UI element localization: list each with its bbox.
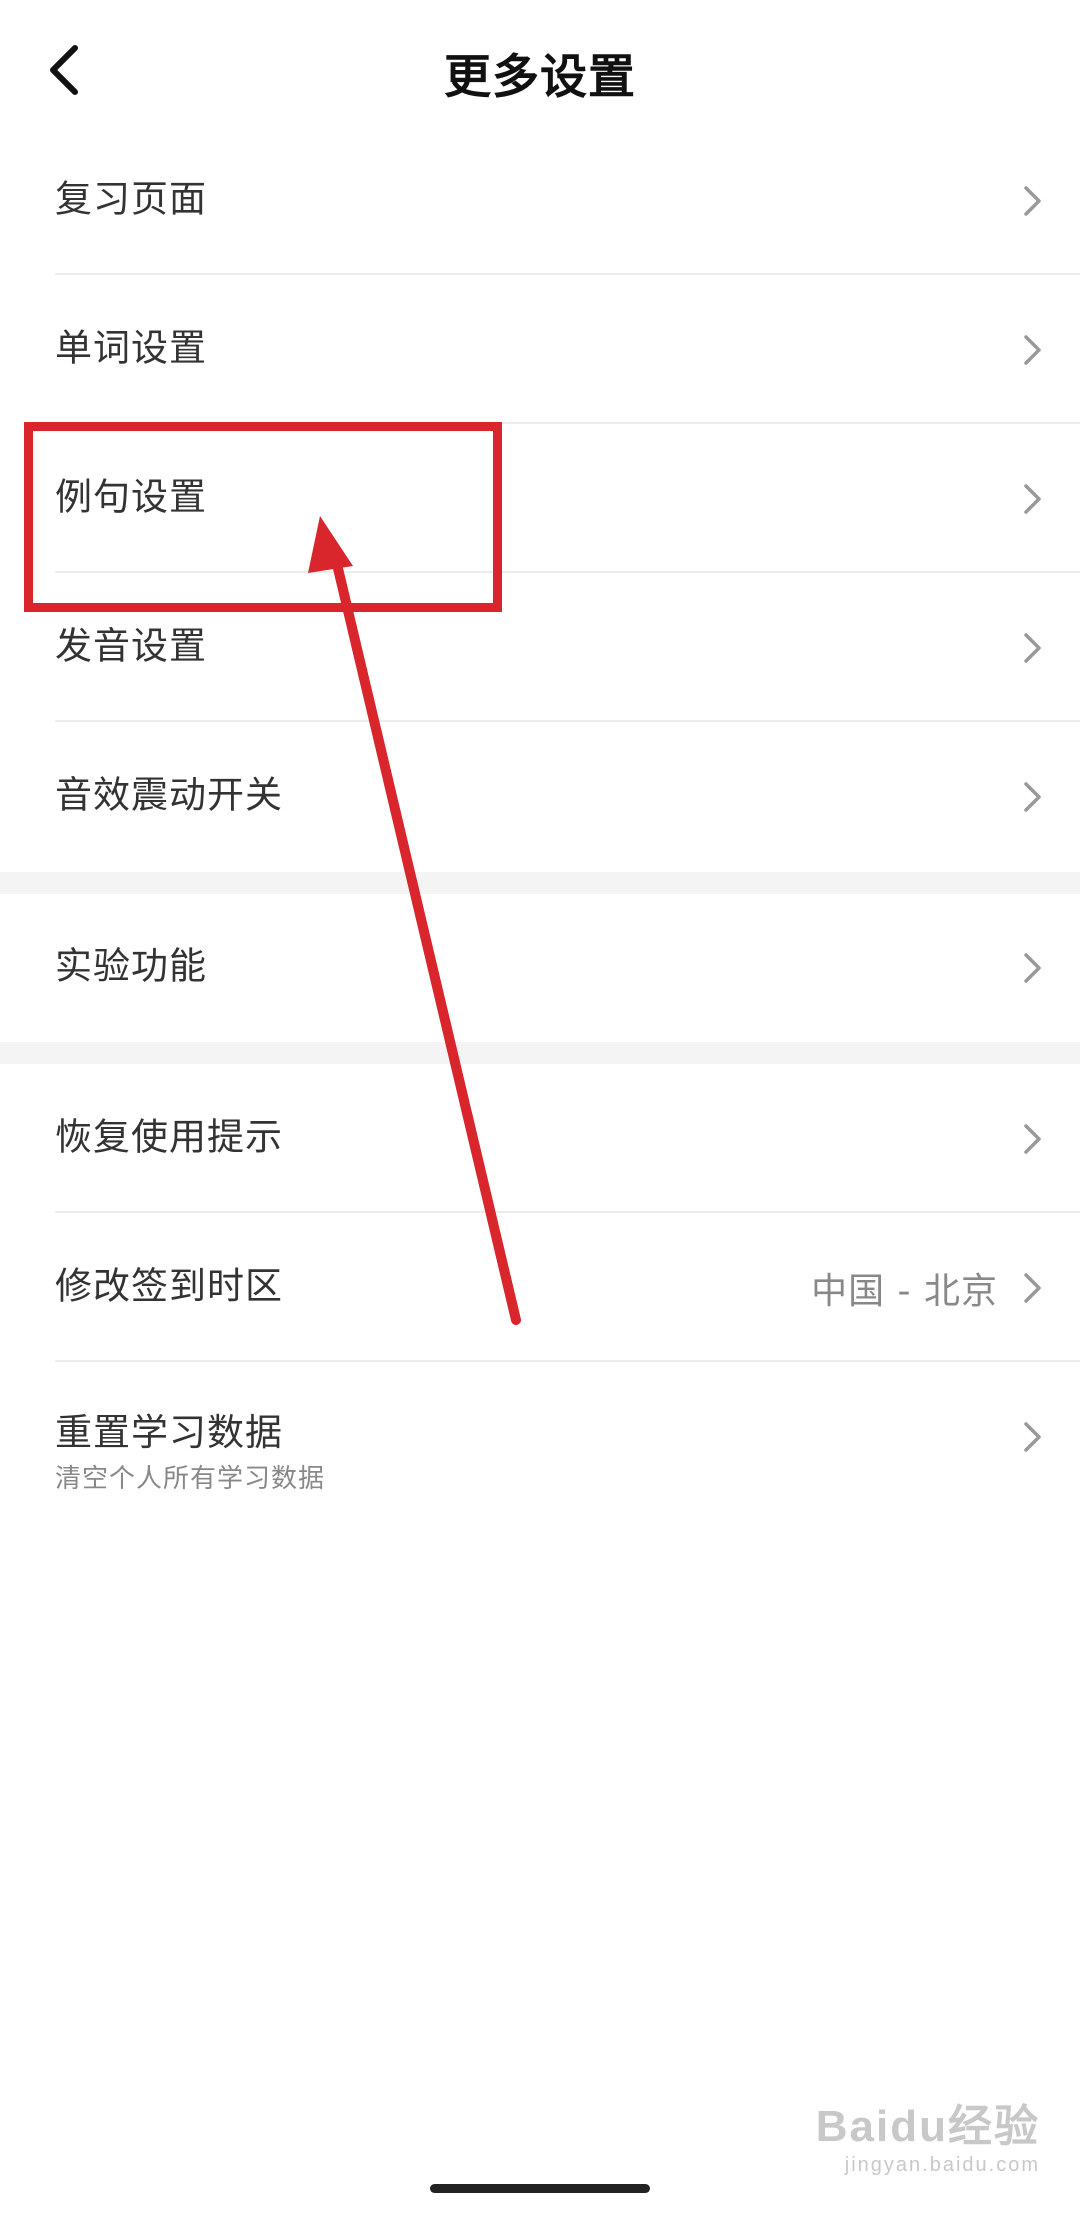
- chevron-right-icon: [1024, 1272, 1041, 1303]
- more-settings-screen: 更多设置 复习页面 单词设置 例句设置 发音设置 音效震动开关 实验功能 恢复使…: [0, 0, 1080, 2229]
- settings-item-subtitle: 清空个人所有学习数据: [55, 1464, 326, 1494]
- settings-item-reset-learning-data[interactable]: 重置学习数据 清空个人所有学习数据: [0, 1362, 1080, 1512]
- chevron-right-icon: [1024, 953, 1041, 983]
- page-title: 更多设置: [444, 50, 636, 105]
- settings-group-3: 恢复使用提示 修改签到时区 中国 - 北京 重置学习数据 清空个人所有学习数据: [0, 1064, 1080, 1512]
- group-separator: [0, 872, 1080, 894]
- settings-item-label: 实验功能: [55, 944, 207, 988]
- chevron-right-icon: [1024, 483, 1041, 514]
- settings-item-label: 修改签到时区: [55, 1264, 283, 1308]
- chevron-right-icon: [1024, 1123, 1041, 1154]
- settings-item-restore-tips[interactable]: 恢复使用提示: [0, 1064, 1080, 1213]
- settings-item-pronunciation-settings[interactable]: 发音设置: [0, 573, 1080, 722]
- chevron-right-icon: [1024, 334, 1041, 365]
- chevron-right-icon: [1024, 632, 1041, 663]
- settings-item-label: 例句设置: [55, 475, 207, 519]
- home-indicator[interactable]: [430, 2184, 650, 2193]
- settings-item-label: 复习页面: [55, 177, 207, 221]
- settings-item-label: 音效震动开关: [55, 773, 283, 817]
- watermark-logo: Baidu经验: [815, 2102, 1040, 2151]
- settings-item-checkin-timezone[interactable]: 修改签到时区 中国 - 北京: [0, 1213, 1080, 1362]
- chevron-right-icon: [1024, 1422, 1041, 1452]
- settings-item-label: 发音设置: [55, 624, 207, 668]
- settings-group-2: 实验功能: [0, 894, 1080, 1042]
- nav-header: 更多设置: [0, 0, 1080, 136]
- settings-item-sound-vibration-toggle[interactable]: 音效震动开关: [0, 722, 1080, 871]
- chevron-right-icon: [1024, 185, 1041, 216]
- chevron-right-icon: [1024, 781, 1041, 812]
- watermark: Baidu经验 jingyan.baidu.com: [816, 2090, 1040, 2177]
- settings-item-label: 重置学习数据: [55, 1411, 283, 1454]
- settings-group-1: 复习页面 单词设置 例句设置 发音设置 音效震动开关: [0, 126, 1080, 871]
- settings-item-experimental-features[interactable]: 实验功能: [0, 894, 1080, 1042]
- settings-item-label: 单词设置: [55, 326, 207, 370]
- settings-item-example-sentence-settings[interactable]: 例句设置: [0, 424, 1080, 573]
- settings-item-review-page[interactable]: 复习页面: [0, 126, 1080, 275]
- timezone-value: 中国 - 北京: [811, 1270, 998, 1312]
- settings-item-word-settings[interactable]: 单词设置: [0, 275, 1080, 424]
- group-separator: [0, 1042, 1080, 1064]
- settings-item-label: 恢复使用提示: [55, 1115, 283, 1159]
- watermark-url: jingyan.baidu.com: [844, 2154, 1040, 2176]
